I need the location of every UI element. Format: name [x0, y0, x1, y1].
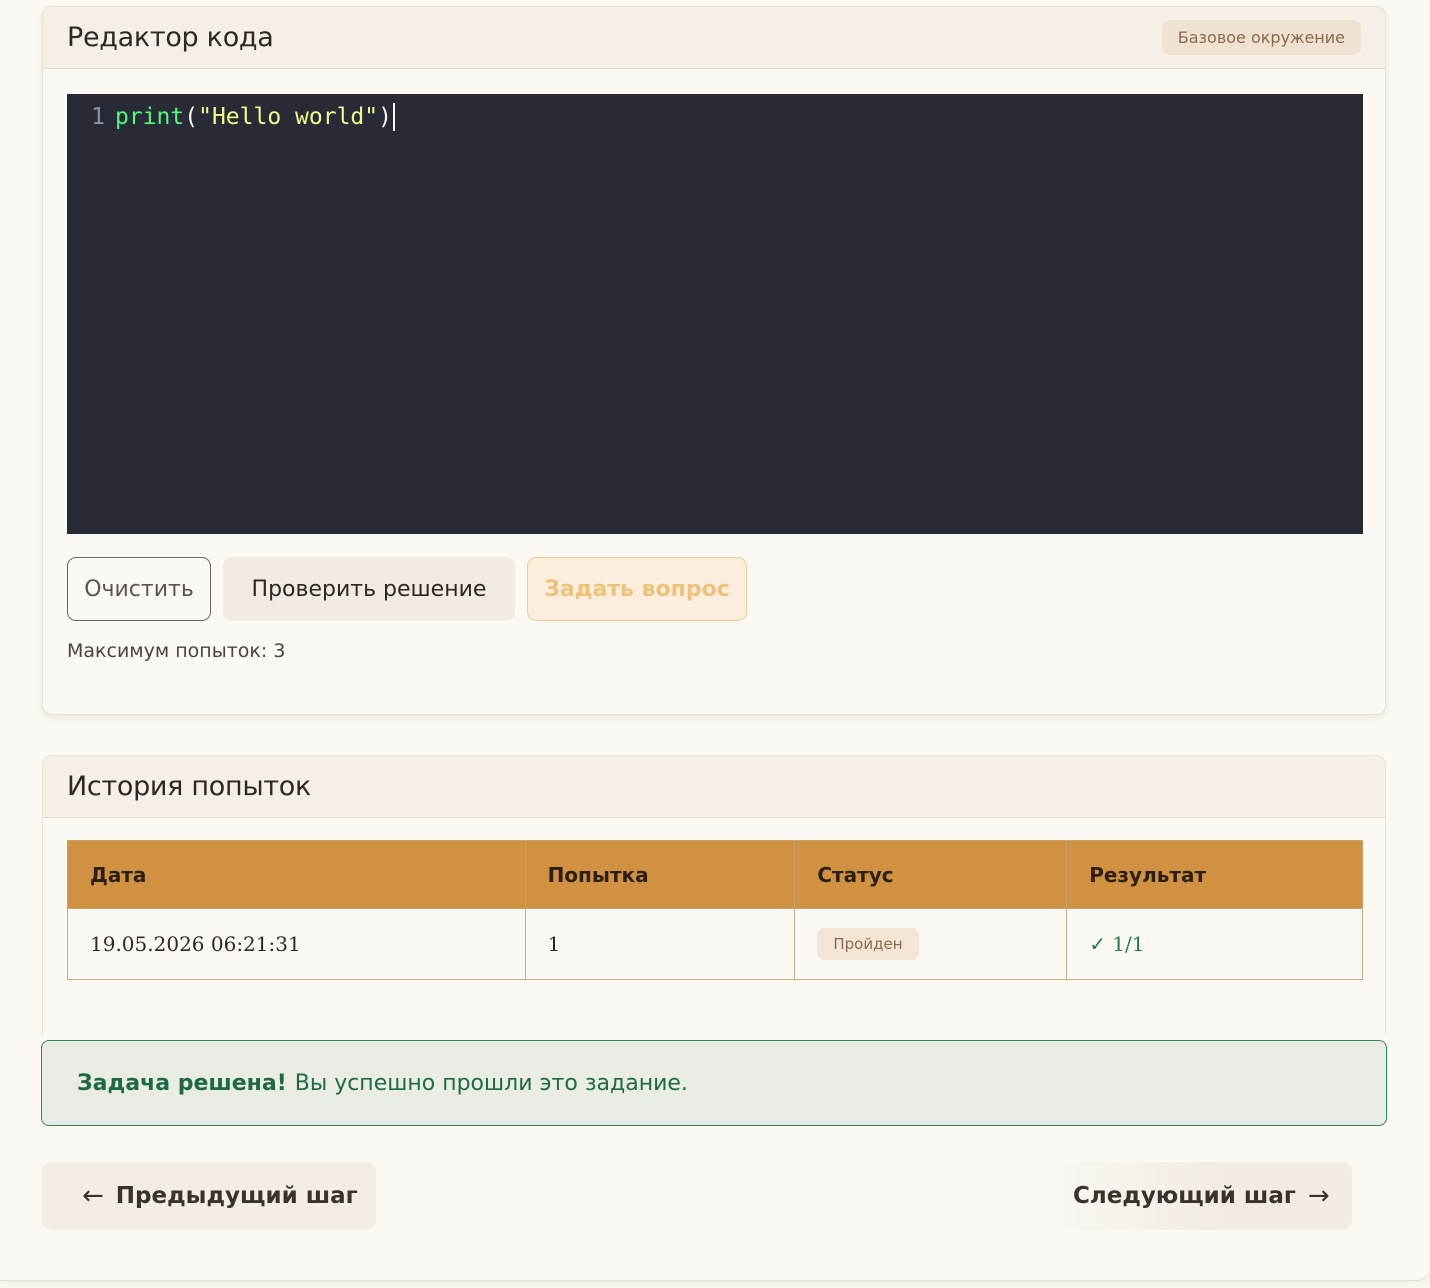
result-value: ✓ 1/1 [1089, 932, 1145, 956]
alert-title: Задача решена! [77, 1070, 287, 1096]
next-step-label: Следующий шаг [1073, 1183, 1296, 1209]
next-step-button[interactable]: Следующий шаг → [1032, 1162, 1352, 1230]
code-token-open-paren: ( [184, 104, 199, 130]
attempt-history-header: История попыток [43, 756, 1385, 818]
column-header-result: Результат [1066, 840, 1363, 909]
cell-attempt: 1 [524, 908, 796, 980]
code-line: 1 print ( "Hello world" ) [67, 102, 395, 132]
text-cursor [392, 103, 395, 131]
environment-badge[interactable]: Базовое окружение [1161, 20, 1361, 55]
code-editor-card: Редактор кода Базовое окружение 1 print … [42, 6, 1386, 715]
clear-button[interactable]: Очистить [67, 557, 211, 621]
previous-step-label: Предыдущий шаг [115, 1183, 358, 1209]
column-header-status: Статус [794, 840, 1068, 909]
code-token-function: print [115, 104, 185, 130]
code-token-string: "Hello world" [198, 104, 379, 130]
column-header-date: Дата [67, 840, 526, 909]
attempt-history-table: Дата Попытка Статус Результат 19.05.2026… [67, 840, 1363, 980]
cell-result: ✓ 1/1 [1066, 908, 1363, 980]
editor-actions: Очистить Проверить решение Задать вопрос [67, 557, 747, 621]
code-editor-header: Редактор кода Базовое окружение [43, 7, 1385, 69]
ask-question-button[interactable]: Задать вопрос [527, 557, 747, 621]
task-solved-alert: Задача решена! Вы успешно прошли это зад… [41, 1040, 1387, 1126]
cell-status: Пройден [794, 908, 1068, 980]
column-header-attempt: Попытка [524, 840, 796, 909]
arrow-right-icon: → [1307, 1181, 1330, 1211]
arrow-left-icon: ← [82, 1181, 104, 1211]
cell-date: 19.05.2026 06:21:31 [67, 908, 526, 980]
code-editor-title: Редактор кода [67, 22, 274, 53]
max-attempts-text: Максимум попыток: 3 [67, 640, 286, 662]
code-editor-area[interactable]: 1 print ( "Hello world" ) [67, 94, 1363, 534]
table-row: 19.05.2026 06:21:31 1 Пройден ✓ 1/1 [67, 908, 1363, 980]
previous-step-button[interactable]: ← Предыдущий шаг [42, 1162, 376, 1230]
line-number: 1 [91, 104, 105, 130]
alert-message: Вы успешно прошли это задание. [294, 1070, 688, 1096]
status-badge: Пройден [817, 928, 919, 960]
code-token-close-paren: ) [378, 104, 392, 130]
attempt-history-title: История попыток [67, 771, 311, 802]
table-header-row: Дата Попытка Статус Результат [67, 840, 1363, 909]
attempt-history-card: История попыток Дата Попытка Статус Резу… [42, 755, 1386, 1035]
check-solution-button[interactable]: Проверить решение [223, 557, 515, 621]
